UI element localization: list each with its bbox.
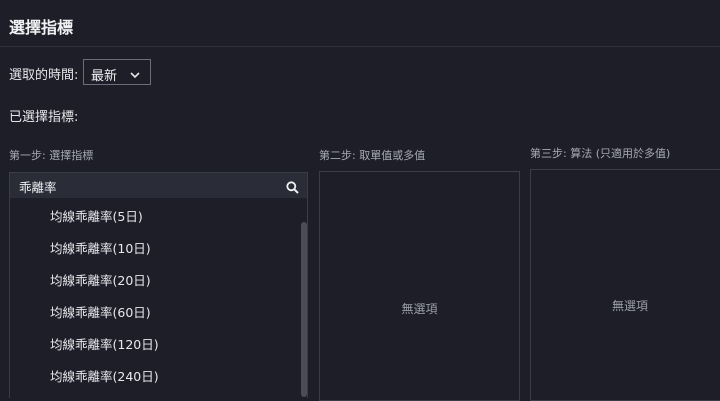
indicator-search-box: [9, 172, 308, 198]
list-item[interactable]: 均線乖離率(60日): [50, 302, 151, 321]
dialog-header: 選擇指標: [0, 0, 720, 47]
search-icon[interactable]: [286, 179, 299, 198]
step2-empty-text: 無選項: [401, 302, 438, 316]
dialog-title: 選擇指標: [9, 18, 74, 37]
step3-label: 第三步: 算法 (只適用於多值): [530, 147, 671, 160]
step3-panel: 無選項: [530, 169, 720, 401]
indicator-search-input[interactable]: [19, 177, 279, 195]
list-item[interactable]: 均線乖離率(240日): [50, 366, 159, 385]
time-select[interactable]: 最新: [83, 59, 151, 85]
indicator-list: 均線乖離率(5日) 均線乖離率(10日) 均線乖離率(20日) 均線乖離率(60…: [9, 198, 308, 398]
list-item[interactable]: 均線乖離率(5日): [50, 206, 143, 225]
time-label: 選取的時間:: [9, 68, 79, 83]
step3-empty-text: 無選項: [611, 299, 648, 313]
selected-indicators-label: 已選擇指標:: [9, 110, 79, 125]
step2-label: 第二步: 取單值或多值: [319, 149, 426, 162]
time-select-value: 最新: [91, 69, 118, 84]
step2-panel: 無選項: [319, 171, 520, 401]
list-item[interactable]: 均線乖離率(10日): [50, 238, 151, 257]
list-item[interactable]: 均線乖離率(20日): [50, 270, 151, 289]
list-item[interactable]: 均線乖離率(120日): [50, 334, 159, 353]
list-scrollbar-thumb[interactable]: [301, 222, 307, 397]
step1-label: 第一步: 選擇指標: [9, 149, 94, 162]
chevron-down-icon: [129, 66, 141, 85]
